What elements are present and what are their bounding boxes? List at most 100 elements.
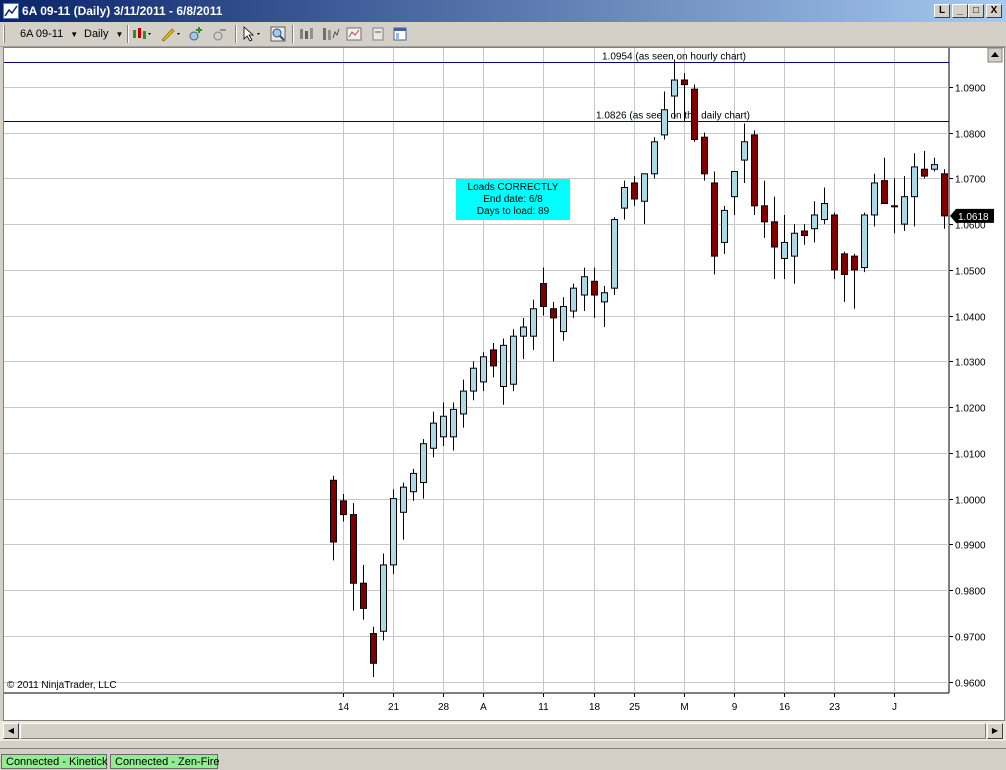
candle-body xyxy=(470,367,477,392)
window-title: 6A 09-11 (Daily) 3/11/2011 - 6/8/2011 xyxy=(22,4,223,18)
bar-data-icon[interactable] xyxy=(298,26,314,42)
scroll-left-icon[interactable]: ◀ xyxy=(3,723,19,739)
y-tick-label: 1.0800 xyxy=(955,130,986,141)
connection-status-kinetick: Connected - Kinetick xyxy=(1,754,108,769)
magnify-icon[interactable] xyxy=(270,26,286,42)
chart-toolbar: 6A 09-11 ▼ Daily ▼ xyxy=(0,22,1006,47)
candle-body xyxy=(550,308,557,319)
horizontal-lines[interactable]: 1.0954 (as seen on hourly chart) 1.0826 (… xyxy=(4,52,949,122)
candle-body xyxy=(821,203,828,221)
y-tick-label: 1.0300 xyxy=(955,358,986,369)
candle xyxy=(420,439,427,499)
strategy-icon[interactable] xyxy=(346,26,362,42)
candle xyxy=(741,123,748,183)
candle xyxy=(601,285,608,328)
candle-body xyxy=(941,173,948,217)
candle xyxy=(550,301,557,362)
x-tick-label: 9 xyxy=(732,702,738,713)
candle-body xyxy=(801,230,808,237)
window-titlebar: 6A 09-11 (Daily) 3/11/2011 - 6/8/2011 L … xyxy=(0,0,1006,22)
price-chart[interactable]: 1.0954 (as seen on hourly chart) 1.0826 (… xyxy=(4,47,1004,720)
maximize-button[interactable]: □ xyxy=(968,4,984,18)
y-tick-label: 1.0700 xyxy=(955,175,986,186)
candle xyxy=(570,283,577,318)
candle xyxy=(901,176,908,231)
text-annotation[interactable]: Loads CORRECTLYEnd date: 6/8Days to load… xyxy=(456,179,570,220)
scrollbar-thumb[interactable] xyxy=(20,723,986,739)
candle-body xyxy=(360,582,367,609)
candle-body xyxy=(661,109,668,136)
candle-body xyxy=(641,173,648,202)
status-bar: Connected - Kinetick Connected - Zen-Fir… xyxy=(0,748,1006,769)
x-tick-label: 23 xyxy=(829,702,841,713)
candle-body xyxy=(791,232,798,257)
candle-body xyxy=(490,349,497,367)
candle-body xyxy=(350,514,357,584)
candle xyxy=(661,91,668,140)
candle-body xyxy=(711,182,718,257)
candle-body xyxy=(560,305,567,333)
candle-body xyxy=(851,255,858,271)
instrument-selector[interactable]: 6A 09-11 ▼ xyxy=(20,25,78,43)
candle-body xyxy=(430,422,437,449)
toolbar-separator xyxy=(292,25,294,43)
candle-body xyxy=(921,168,928,177)
candle-body xyxy=(380,564,387,632)
properties-icon[interactable] xyxy=(370,26,386,42)
candle-body xyxy=(450,408,457,438)
candle-body xyxy=(751,134,758,207)
horizontal-scrollbar[interactable]: ◀ ▶ xyxy=(0,721,1006,741)
candle-body xyxy=(671,79,678,97)
candle-body xyxy=(731,171,738,198)
panel-icon[interactable] xyxy=(392,26,408,42)
candle-body xyxy=(631,182,638,200)
chart-panel[interactable]: 1.0954 (as seen on hourly chart) 1.0826 (… xyxy=(3,47,1005,721)
toolbar-grip xyxy=(3,25,5,43)
candle-body xyxy=(651,141,658,175)
candlestick-series xyxy=(330,59,948,677)
y-tick-label: 1.0200 xyxy=(955,404,986,415)
link-button[interactable]: L xyxy=(934,4,950,18)
x-tick-label: M xyxy=(680,702,688,713)
period-selector[interactable]: Daily ▼ xyxy=(84,25,123,43)
horizontal-line-label: 1.0954 (as seen on hourly chart) xyxy=(602,52,746,63)
candle xyxy=(621,180,628,220)
cursor-pointer-icon[interactable] xyxy=(242,26,260,42)
scroll-right-icon[interactable]: ▶ xyxy=(987,723,1003,739)
candle xyxy=(941,169,948,229)
candle xyxy=(851,253,858,309)
candle xyxy=(350,503,357,611)
candle xyxy=(911,153,918,227)
zoom-in-icon[interactable] xyxy=(188,26,204,42)
minimize-button[interactable]: _ xyxy=(952,4,968,18)
y-tick-label: 0.9900 xyxy=(955,541,986,552)
price-axis: 1.09001.08001.07001.06001.05001.04001.03… xyxy=(949,84,986,690)
annotation-line: Loads CORRECTLY xyxy=(468,182,559,193)
candle xyxy=(691,84,698,142)
candle-body xyxy=(520,326,527,337)
y-tick-label: 1.0000 xyxy=(955,496,986,507)
candle-body xyxy=(480,356,487,383)
candle-body xyxy=(911,166,918,198)
candle-body xyxy=(811,214,818,230)
candle xyxy=(360,564,367,620)
horizontal-line-label: 1.0826 (as seen on the daily chart) xyxy=(596,111,750,122)
candlestick-style-icon[interactable] xyxy=(132,26,151,42)
candle xyxy=(801,224,808,245)
candle xyxy=(751,130,758,215)
zoom-out-icon[interactable] xyxy=(212,26,228,42)
candle-body xyxy=(771,221,778,248)
copyright-label: © 2011 NinjaTrader, LLC xyxy=(7,680,117,691)
current-price-marker: 1.0618 xyxy=(950,208,994,223)
candle-body xyxy=(841,253,848,275)
candle-body xyxy=(781,241,788,259)
candle xyxy=(611,217,618,296)
candle-body xyxy=(621,187,628,209)
y-tick-label: 1.0900 xyxy=(955,84,986,95)
chart-scroll-stub[interactable] xyxy=(987,47,1003,63)
indicators-icon[interactable] xyxy=(322,26,340,42)
candle-body xyxy=(871,182,878,216)
candle xyxy=(460,379,467,428)
pencil-draw-icon[interactable] xyxy=(160,26,180,42)
close-button[interactable]: X xyxy=(986,4,1002,18)
